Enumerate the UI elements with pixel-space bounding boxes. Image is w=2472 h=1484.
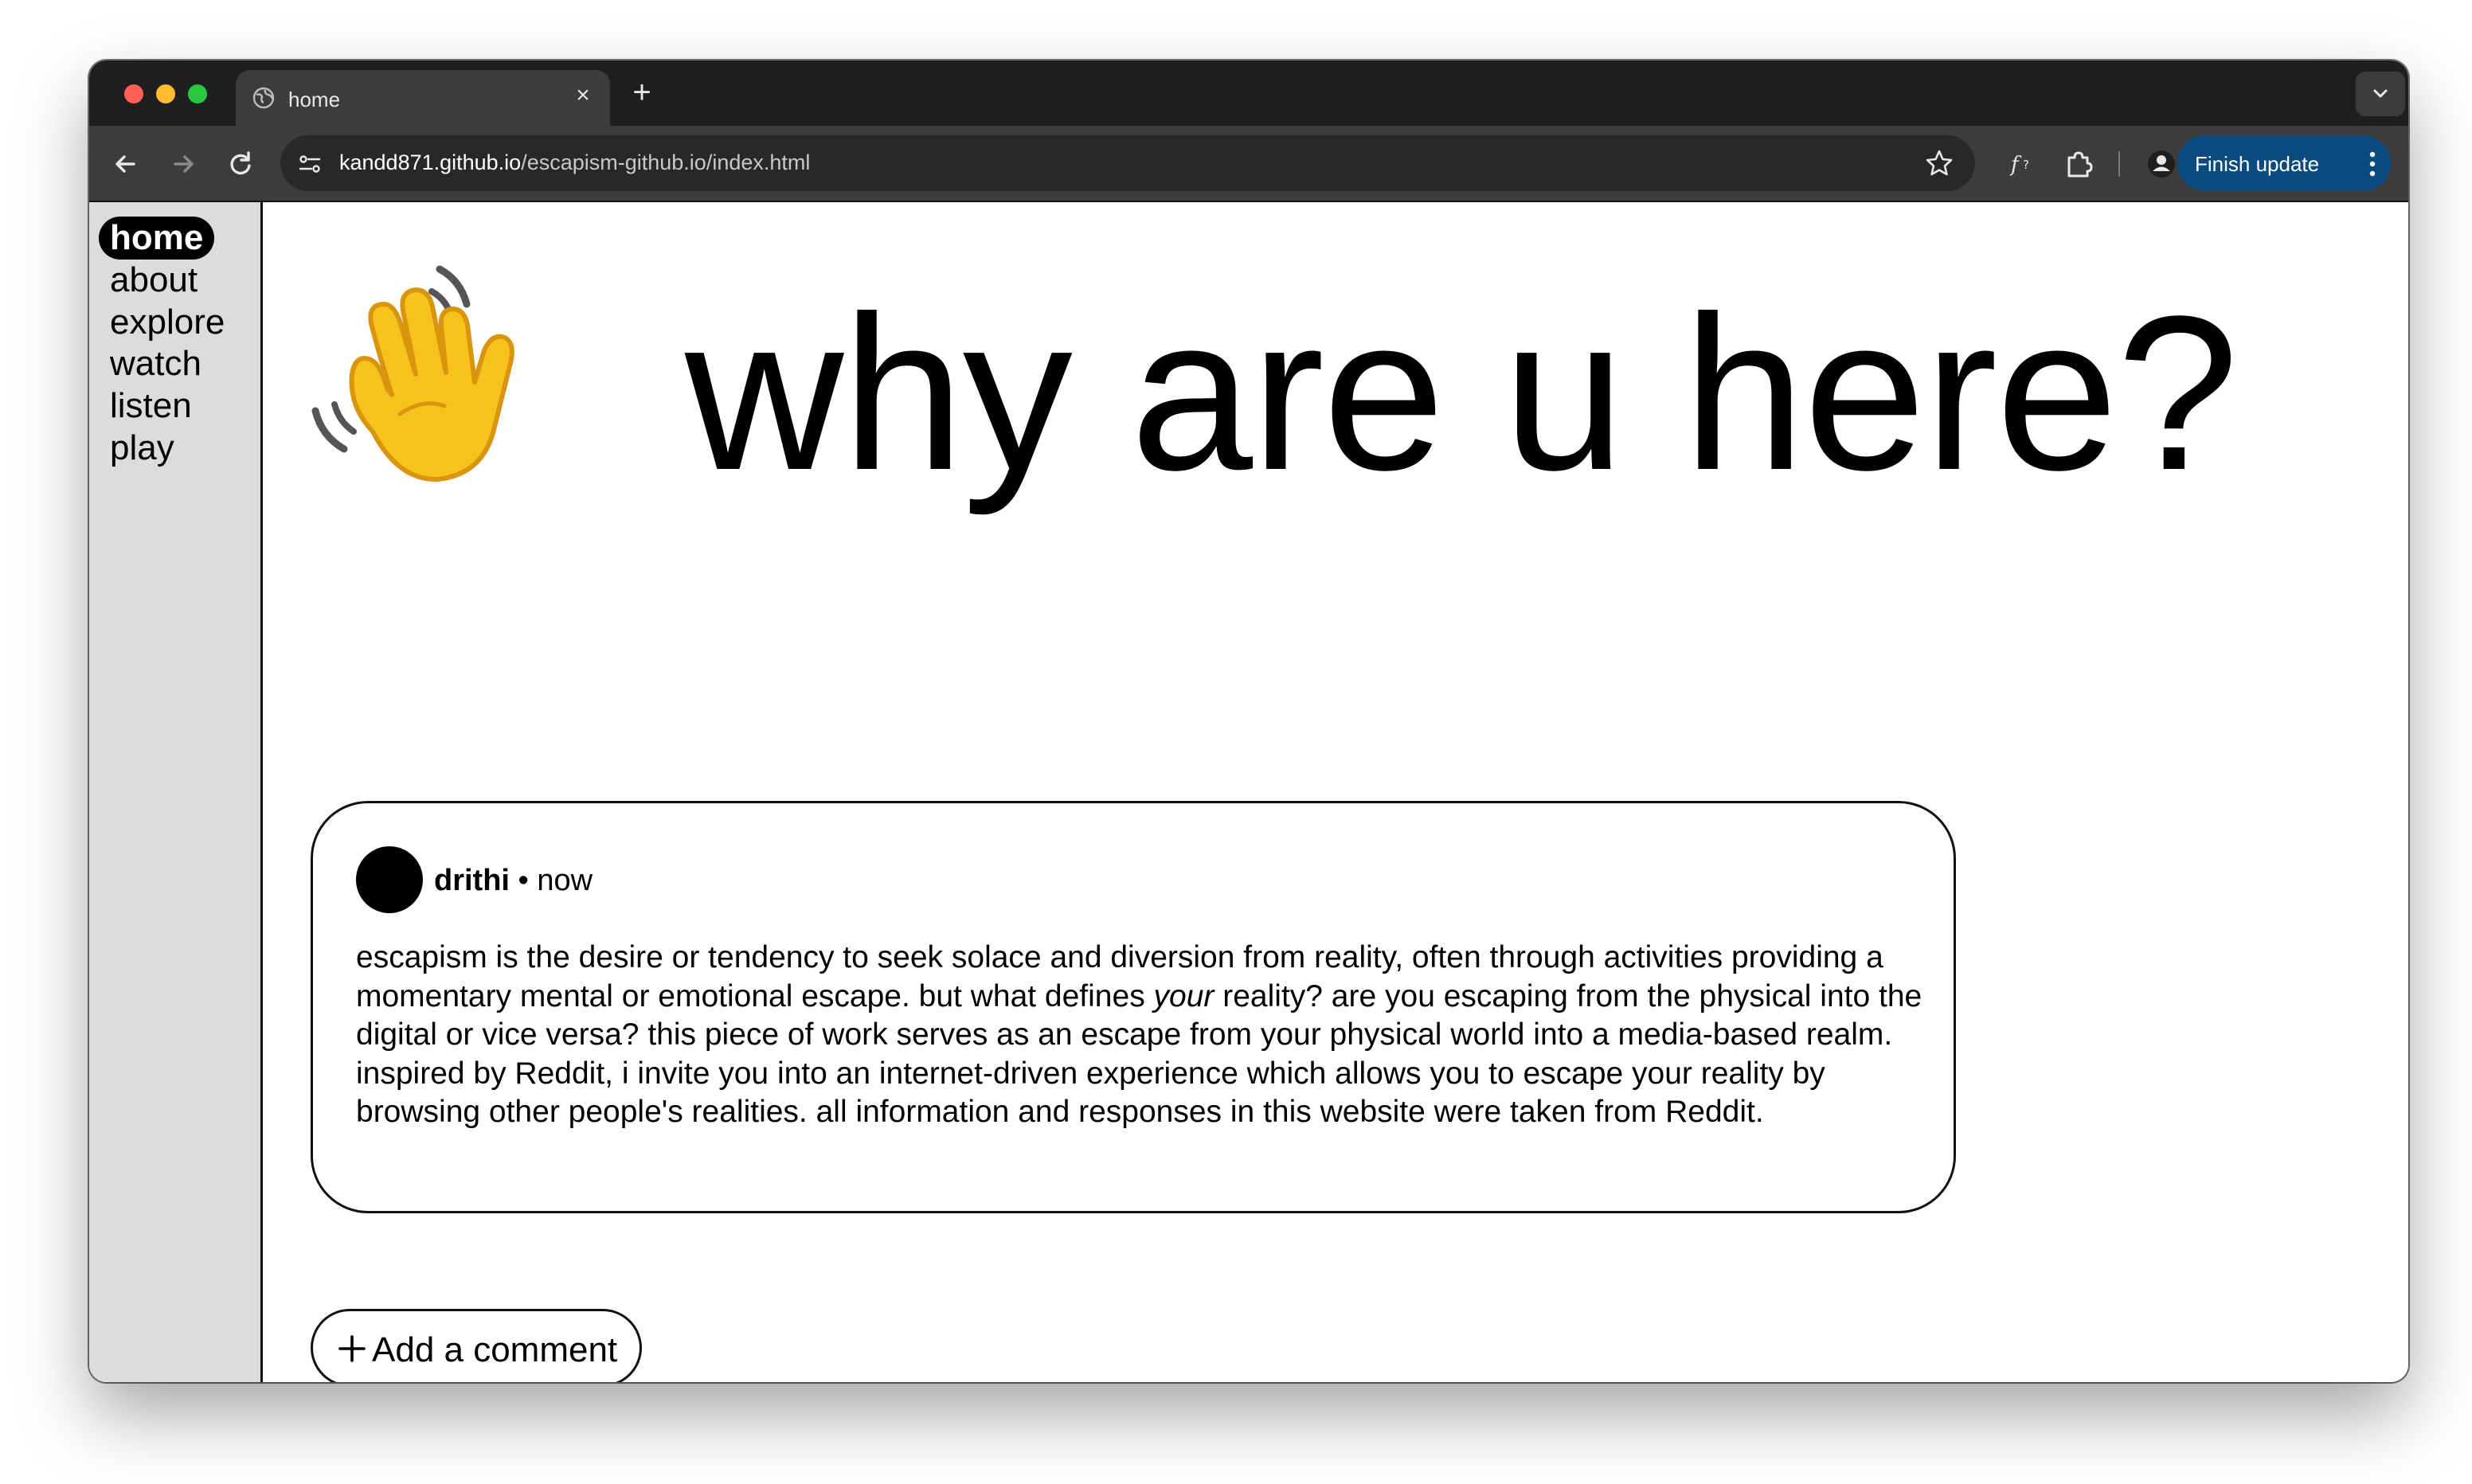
sidebar-item-home[interactable]: home [99,217,215,260]
add-comment-label: Add a comment [372,1330,618,1369]
tab-home[interactable]: home × [236,70,610,126]
svg-text:f: f [2009,153,2022,177]
tab-title: home [288,88,341,111]
page-headline: why are u here? [685,271,2239,516]
tab-search-button[interactable] [2356,72,2405,116]
meta-separator: • [509,864,538,897]
address-bar[interactable]: kandd871.github.io/escapism-github.io/in… [280,135,1975,191]
sidebar-item-watch[interactable]: watch [110,343,201,385]
reload-icon[interactable] [221,145,260,183]
page-viewport: home about explore watch listen play why… [89,202,2408,1382]
avatar [356,846,423,913]
bookmark-star-icon[interactable] [1924,148,1954,178]
toolbar-divider [2118,151,2120,177]
post-time: now [537,864,593,897]
profile-avatar-icon[interactable] [2142,145,2181,183]
sidebar-item-about[interactable]: about [110,260,198,301]
finish-update-label: Finish update [2195,152,2320,176]
post-body: escapism is the desire or tendency to se… [356,939,1933,1132]
minimize-window-button[interactable] [156,84,175,103]
function-extension-icon[interactable]: f ? [2004,145,2042,183]
finish-update-button[interactable]: Finish update [2177,135,2391,191]
sidebar-item-listen[interactable]: listen [110,385,192,427]
url-text[interactable]: kandd871.github.io/escapism-github.io/in… [339,150,810,175]
maximize-window-button[interactable] [188,84,207,103]
url-host: kandd871.github.io [339,150,522,174]
post-meta: drithi • now [434,864,593,898]
more-menu-icon [2369,151,2376,177]
svg-text:?: ? [2023,158,2029,172]
sidebar-item-play[interactable]: play [110,428,174,469]
post-body-emphasis: your [1153,978,1214,1013]
browser-toolbar: kandd871.github.io/escapism-github.io/in… [89,126,2408,202]
tab-close-icon[interactable]: × [570,83,596,108]
globe-icon [252,87,275,109]
post-username: drithi [434,864,510,897]
new-tab-button[interactable]: + [624,75,659,110]
back-arrow-icon[interactable] [107,145,145,183]
chevron-down-icon [2373,89,2388,98]
sidebar-item-explore[interactable]: explore [110,302,225,343]
extensions-puzzle-icon[interactable] [2059,145,2098,183]
close-window-button[interactable] [124,84,143,103]
add-comment-button[interactable]: Add a comment [311,1309,642,1382]
url-path: /escapism-github.io/index.html [521,150,811,174]
forward-arrow-icon[interactable] [164,145,202,183]
waving-hand-icon [311,265,514,482]
tab-strip: home × + [89,61,2408,126]
sidebar-nav: home about explore watch listen play [89,202,263,1382]
plus-icon [338,1335,366,1362]
browser-window: home × + kandd871.github.io/escapism-git… [89,61,2408,1382]
site-settings-icon[interactable] [296,150,323,178]
post-card: drithi • now escapism is the desire or t… [311,801,1956,1213]
